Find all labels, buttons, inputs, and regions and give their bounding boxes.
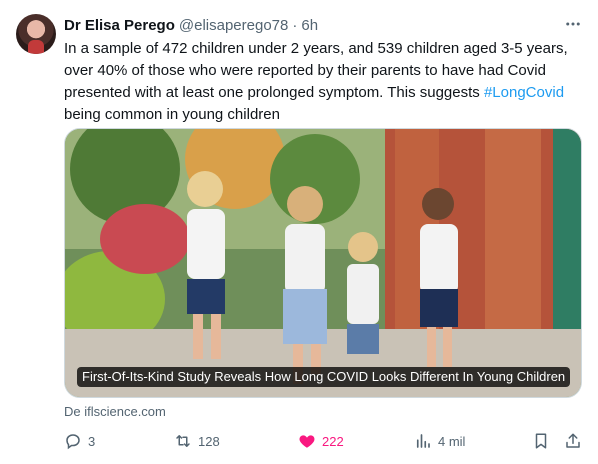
children-running-photo <box>65 129 581 397</box>
link-card[interactable]: First-Of-Its-Kind Study Reveals How Long… <box>64 128 582 398</box>
more-options-button[interactable] <box>562 13 584 35</box>
bookmark-icon <box>535 433 547 449</box>
views-icon <box>416 434 430 448</box>
tweet-text-tail: being common in young children <box>64 106 280 123</box>
heart-icon <box>299 435 315 448</box>
reply-button[interactable]: 3 <box>64 430 95 452</box>
card-source[interactable]: De iflscience.com <box>64 404 166 419</box>
more-icon <box>566 22 580 26</box>
like-button[interactable]: 222 <box>298 430 344 452</box>
timestamp[interactable]: 6h <box>301 17 318 34</box>
like-count: 222 <box>322 433 344 449</box>
views-count: 4 mil <box>438 433 466 449</box>
tweet-header: Dr Elisa Perego @elisaperego78 · 6h <box>64 15 318 35</box>
bookmark-button[interactable] <box>532 430 550 452</box>
share-button[interactable] <box>564 430 582 452</box>
reply-count: 3 <box>88 433 96 449</box>
tweet-text: In a sample of 472 children under 2 year… <box>64 38 584 126</box>
separator-dot: · <box>292 16 298 34</box>
views-button[interactable]: 4 mil <box>414 430 465 452</box>
avatar[interactable] <box>16 14 56 54</box>
retweet-count: 128 <box>198 433 220 449</box>
share-icon <box>566 433 580 448</box>
action-bar: 3 128 222 4 mil <box>64 430 584 452</box>
reply-icon <box>66 434 80 450</box>
tweet[interactable]: Dr Elisa Perego @elisaperego78 · 6h In a… <box>0 0 598 464</box>
author-name[interactable]: Dr Elisa Perego <box>64 17 175 34</box>
card-title[interactable]: First-Of-Its-Kind Study Reveals How Long… <box>77 367 571 387</box>
hashtag-link[interactable]: #LongCovid <box>484 84 564 101</box>
author-handle[interactable]: @elisaperego78 <box>179 17 288 34</box>
retweet-icon <box>176 435 190 447</box>
retweet-button[interactable]: 128 <box>174 430 220 452</box>
